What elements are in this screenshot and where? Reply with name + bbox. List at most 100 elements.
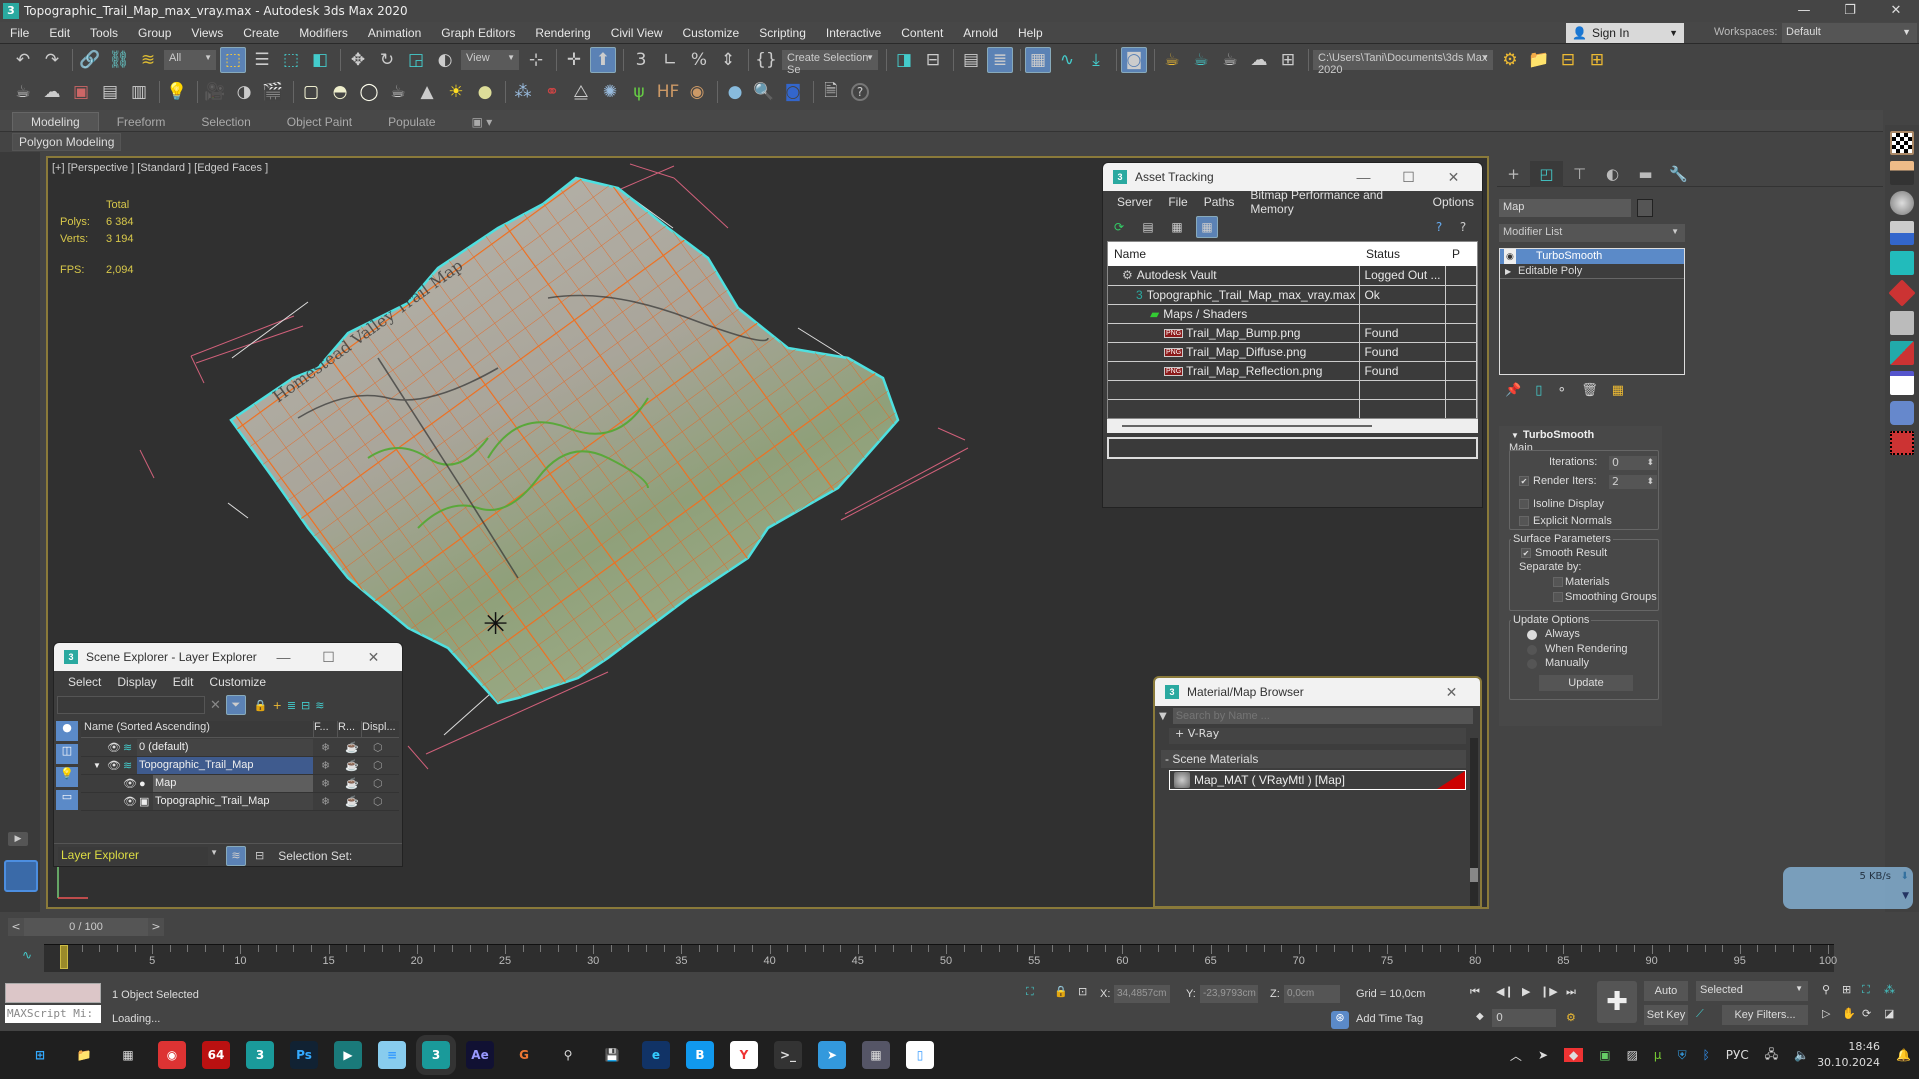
column-display[interactable]: Displ... (361, 721, 396, 737)
render-teapot-icon[interactable]: ☕ (345, 777, 359, 790)
keyboard-shortcut-override-button[interactable]: ⬆ (590, 47, 616, 73)
asset-menu-options[interactable]: Options (1425, 195, 1482, 209)
plane-light-button[interactable]: ▢ (298, 79, 324, 105)
selection-lock-icon[interactable]: 🔒 (1054, 985, 1068, 998)
explorer-menu-edit[interactable]: Edit (165, 675, 202, 689)
freeze-icon[interactable]: ❄ (321, 795, 330, 808)
zoom-icon[interactable]: ⚲ (1822, 983, 1830, 996)
utorrent-icon[interactable]: µ (1654, 1048, 1662, 1062)
minimize-button[interactable]: — (261, 643, 306, 671)
options-triangle-icon[interactable]: ▼ (1159, 711, 1167, 722)
expand-triangle-icon[interactable]: ▶ (1505, 264, 1511, 279)
absolute-mode-icon[interactable]: ⊡ (1078, 985, 1087, 998)
taskbar-notepad-icon[interactable]: ≡ (378, 1041, 406, 1069)
maximize-viewport-icon[interactable]: ◪ (1884, 1007, 1894, 1020)
lights-filter-icon[interactable]: 💡 (56, 767, 78, 787)
sign-in-button[interactable]: 👤 Sign In ▼ (1566, 23, 1684, 43)
ribbon-tab-object-paint[interactable]: Object Paint (269, 113, 370, 131)
redo-button[interactable]: ↷ (39, 47, 65, 73)
maxscript-listener-output[interactable] (5, 983, 101, 1003)
ribbon-options-icon[interactable]: ▣ ▾ (454, 113, 511, 131)
render-production-button[interactable]: ☕ (1217, 47, 1243, 73)
checker-icon[interactable] (1890, 131, 1914, 155)
key-tangent-icon[interactable]: ⟋ (1696, 1007, 1704, 1021)
material-search-input[interactable] (1172, 708, 1473, 724)
pan-hand-icon[interactable]: ✋ (1842, 1007, 1856, 1020)
menu-create[interactable]: Create (233, 26, 289, 40)
taskbar-b-app-icon[interactable]: B (686, 1041, 714, 1069)
link-button[interactable]: 🔗 (77, 47, 103, 73)
taskbar-chrome-icon[interactable]: ◉ (158, 1041, 186, 1069)
ribbon-tab-modeling[interactable]: Modeling (12, 112, 99, 131)
timeline-track[interactable]: 0510152025303540455055606570758085909510… (44, 944, 1837, 972)
render-iters-spinner[interactable]: 2 (1609, 475, 1657, 489)
explorer-menu-display[interactable]: Display (109, 675, 164, 689)
teapot-button[interactable]: ☕ (10, 79, 36, 105)
key-mode-dropdown[interactable]: Selected ▼ (1696, 981, 1808, 1001)
scene-explorer-toggle[interactable]: ▤ (958, 47, 984, 73)
layer-mode-icon[interactable]: ≋ (226, 845, 246, 866)
snaps-toggle-button[interactable]: 3 (628, 47, 654, 73)
prev-frame-button[interactable]: < (8, 918, 24, 936)
select-manipulate-button[interactable]: ✛ (561, 47, 587, 73)
menu-rendering[interactable]: Rendering (525, 26, 600, 40)
network-speed-widget[interactable]: 5 KB/s ⬇ ▼ (1783, 867, 1913, 909)
render-region-button[interactable]: ◙ (780, 79, 806, 105)
named-selection-dropdown[interactable]: Create Selection Se ▼ (782, 50, 878, 76)
motion-tab-icon[interactable]: ◐ (1596, 161, 1629, 187)
iterations-spinner[interactable]: 0 (1609, 456, 1657, 470)
material-browser-titlebar[interactable]: 3 Material/Map Browser ✕ (1155, 678, 1480, 706)
orbit-icon[interactable]: ⟳ (1862, 1007, 1871, 1020)
modify-tab-icon[interactable]: ◰ (1530, 161, 1563, 187)
project-structure-button[interactable]: ⊟ (1555, 47, 1581, 73)
sun-button[interactable]: ☀ (443, 79, 469, 105)
grass-button[interactable]: ψ (626, 79, 652, 105)
help-alt-icon[interactable]: ? (1453, 217, 1473, 237)
physical-camera-button[interactable]: 🎬 (260, 79, 286, 105)
volume-icon[interactable]: 🔈 (1794, 1048, 1809, 1062)
close-button[interactable]: ✕ (1873, 0, 1919, 22)
taskbar-photoshop-icon[interactable]: Ps (290, 1041, 318, 1069)
menu-scripting[interactable]: Scripting (749, 26, 816, 40)
tray-red-app-icon[interactable]: ◆ (1564, 1048, 1584, 1062)
isoline-display-checkbox[interactable] (1519, 499, 1529, 509)
fur-button[interactable]: ⁂ (510, 79, 536, 105)
explorer-type-dropdown[interactable]: Layer Explorer ▼ (58, 846, 218, 865)
camera-button[interactable]: 🎥 (202, 79, 228, 105)
asset-row[interactable]: 3 Topographic_Trail_Map_max_vray.max Ok (1108, 285, 1477, 305)
stack-item-turbosmooth[interactable]: ◉ TurboSmooth (1500, 249, 1684, 264)
show-end-result-icon[interactable]: ▯ (1535, 383, 1542, 398)
configure-sets-icon[interactable]: ▦ (1612, 383, 1624, 398)
ambient-light-button[interactable]: ● (472, 79, 498, 105)
list-view-icon[interactable]: ▤ (1138, 217, 1158, 237)
close-button[interactable]: ✕ (351, 643, 396, 671)
table-view-icon[interactable]: ▦ (1196, 216, 1218, 238)
menu-interactive[interactable]: Interactive (816, 26, 891, 40)
taskbar-media-app-icon[interactable]: ▯ (906, 1041, 934, 1069)
visibility-eye-icon[interactable]: 👁 (123, 777, 137, 790)
menu-tools[interactable]: Tools (80, 26, 128, 40)
render-teapot-icon[interactable]: ☕ (345, 795, 359, 808)
tray-app-icon[interactable]: ▨ (1627, 1048, 1638, 1062)
ribbon-tab-selection[interactable]: Selection (183, 113, 268, 131)
render-cloud-button[interactable]: ☁ (1246, 47, 1272, 73)
set-key-button[interactable]: Set Key (1644, 1005, 1688, 1025)
help-query-icon[interactable]: ? (1429, 217, 1449, 237)
taskbar-windows-start-icon[interactable]: ⊞ (26, 1041, 54, 1069)
explorer-row[interactable]: 👁 ≋ 0 (default) ❄ ☕ ⬡ (81, 739, 399, 757)
panel-b-button[interactable]: ▥ (126, 79, 152, 105)
shapes-filter-icon[interactable]: ◫ (56, 744, 78, 764)
workspace-dropdown[interactable]: Default ▼ (1782, 23, 1917, 43)
mirror-button[interactable]: ◨ (891, 47, 917, 73)
light-lister-button[interactable]: 💡 (164, 79, 190, 105)
close-button[interactable]: ✕ (1429, 678, 1474, 706)
lock-icon[interactable]: 🔒 (254, 699, 268, 712)
maxscript-mini-listener[interactable]: MAXScript Mi: (5, 1005, 101, 1023)
display-box-icon[interactable]: ⬡ (373, 741, 383, 754)
bluetooth-icon[interactable]: ᛒ (1703, 1048, 1710, 1062)
taskbar-terminal-icon[interactable]: >_ (774, 1041, 802, 1069)
zoom-extents-icon[interactable]: ⛶ (1862, 983, 1870, 997)
hierarchy-layer-icon[interactable]: ⊟ (301, 699, 310, 712)
filter-icon[interactable]: ⏷ (225, 695, 246, 715)
tray-overflow-icon[interactable]: ︿ (1510, 1047, 1522, 1064)
